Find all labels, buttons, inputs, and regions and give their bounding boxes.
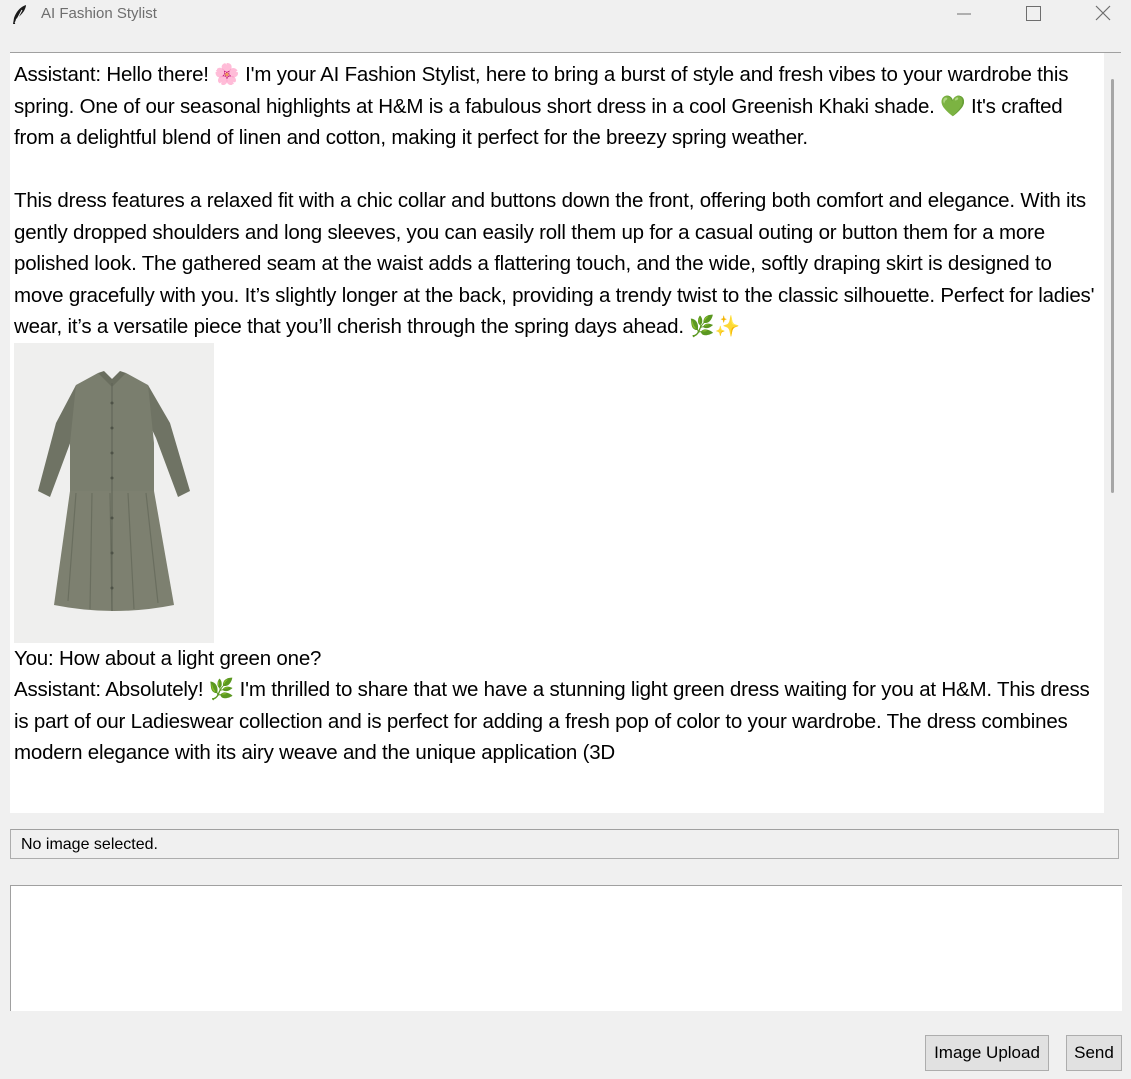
minimize-button[interactable] [941,0,987,30]
assistant-message: Assistant: Absolutely! 🌿 I'm thrilled to… [14,678,1090,764]
message-input[interactable] [10,885,1122,1011]
assistant-message: Assistant: Hello there! 🌸 I'm your AI Fa… [14,63,1069,149]
minimize-icon [957,13,971,15]
image-status-field: No image selected. [10,829,1119,859]
feather-icon [13,5,26,24]
dress-image [14,342,214,643]
close-button[interactable] [1080,0,1126,30]
window-title: AI Fashion Stylist [41,5,157,22]
image-upload-button[interactable]: Image Upload [925,1035,1049,1071]
close-icon [1095,5,1111,21]
maximize-icon [1026,6,1041,21]
image-status-text: No image selected. [21,836,158,853]
user-message: You: How about a light green one? [14,646,322,670]
chat-content: Assistant: Hello there! 🌸 I'm your AI Fa… [14,59,1096,769]
maximize-button[interactable] [1010,0,1056,30]
assistant-message: This dress features a relaxed fit with a… [14,189,1095,338]
scrollbar-thumb[interactable] [1111,79,1114,493]
product-image [14,342,214,643]
title-bar: AI Fashion Stylist [0,0,1131,30]
send-button[interactable]: Send [1066,1035,1122,1071]
chat-scrollbar[interactable] [1104,53,1121,813]
chat-history[interactable]: Assistant: Hello there! 🌸 I'm your AI Fa… [10,52,1121,813]
